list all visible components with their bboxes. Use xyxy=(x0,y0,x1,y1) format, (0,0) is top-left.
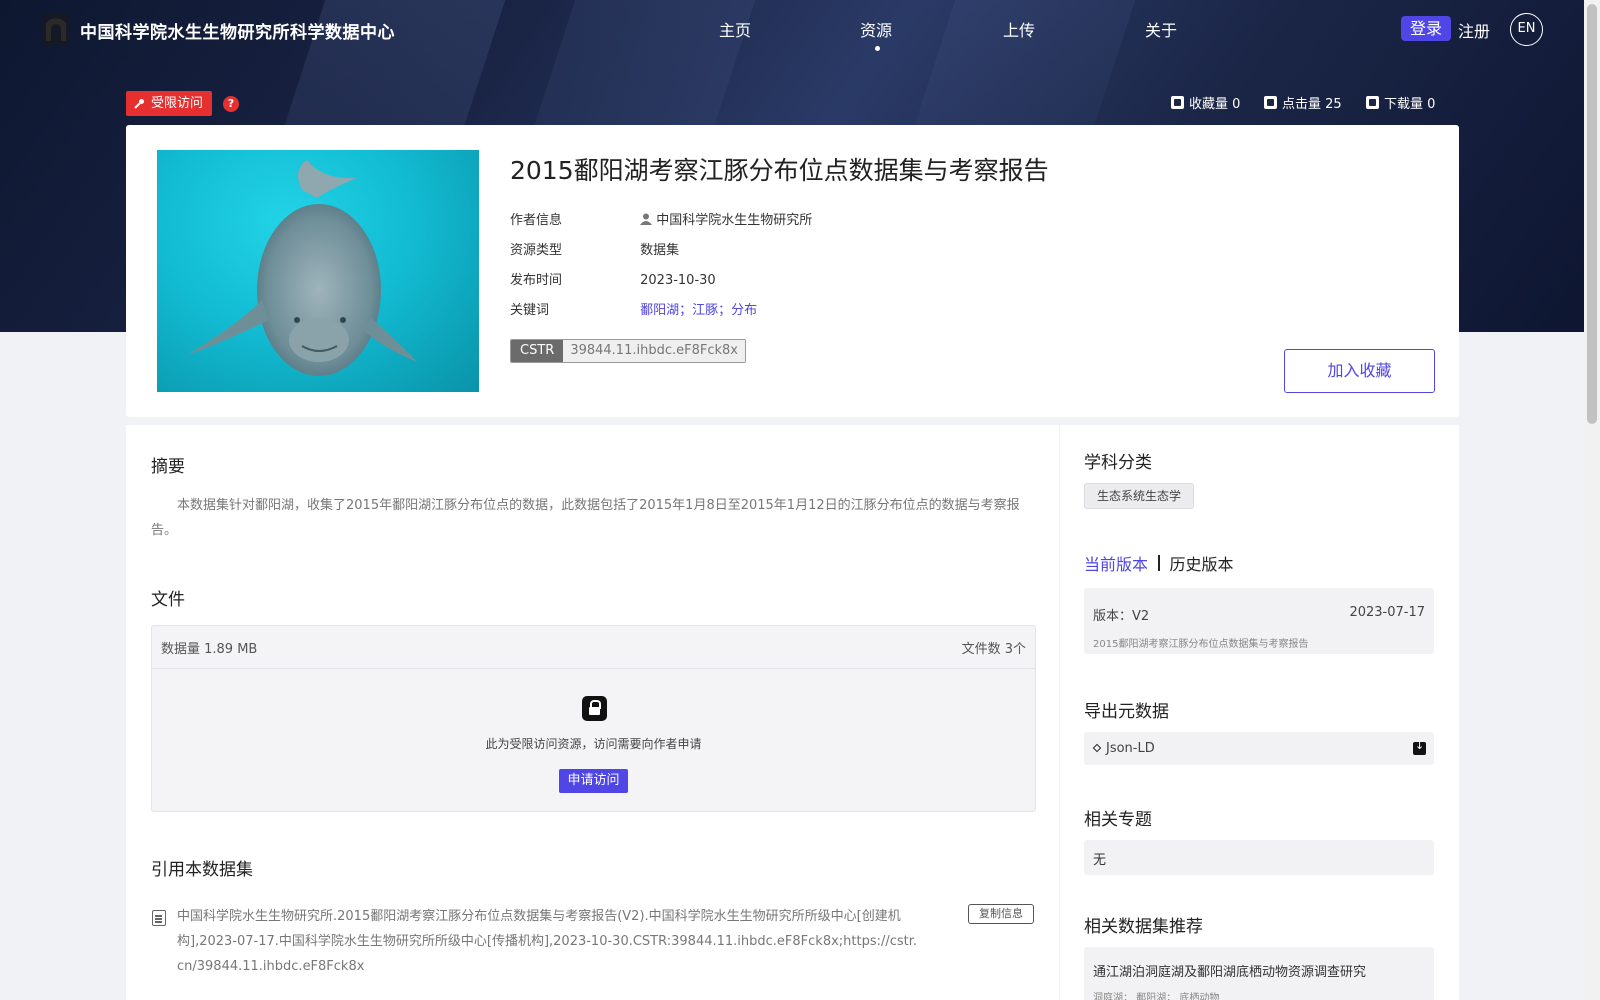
meta-published-value: 2023-10-30 xyxy=(640,273,716,288)
recommend-title[interactable]: 通江湖泊洞庭湖及鄱阳湖底栖动物资源调查研究 xyxy=(1093,961,1366,980)
nav-upload[interactable]: 上传 xyxy=(1003,17,1035,41)
stat-downloads-label: 下载量 0 xyxy=(1384,97,1436,112)
file-count: 文件数 3个 xyxy=(961,641,1026,657)
file-header: 数据量 1.89 MB 文件数 3个 xyxy=(152,626,1035,669)
meta-keywords-label: 关键词 xyxy=(510,303,550,318)
restricted-access-badge: 受限访问 xyxy=(126,91,213,116)
cstr-value: 39844.11.ihbdc.eF8Fck8x xyxy=(563,340,745,362)
top-navbar: 中国科学院水生生物研究所科学数据中心 主页 资源 上传 关于 登录 注册 EN xyxy=(0,0,1584,58)
version-label: 版本：V2 xyxy=(1093,609,1150,624)
subject-tag[interactable]: 生态系统生态学 xyxy=(1084,483,1195,509)
dataset-thumbnail xyxy=(157,150,479,392)
logo-icon[interactable] xyxy=(42,13,70,45)
citation-text: 中国科学院水生生物研究所.2015鄱阳湖考察江豚分布位点数据集与考察报告(V2)… xyxy=(177,909,918,974)
meta-type-value: 数据集 xyxy=(640,243,680,258)
version-card[interactable]: 版本：V2 2023-07-17 2015鄱阳湖考察江豚分布位点数据集与考察报告 xyxy=(1084,588,1434,654)
recommend-item[interactable]: 通江湖泊洞庭湖及鄱阳湖底栖动物资源调查研究 洞庭湖； 鄱阳湖； 底栖动物 xyxy=(1084,947,1434,1000)
subject-heading: 学科分类 xyxy=(1084,453,1152,473)
stat-downloads: 下载量 0 xyxy=(1366,93,1435,112)
stat-favorites: 收藏量 0 xyxy=(1171,93,1240,112)
meta-author-value[interactable]: 中国科学院水生生物研究所 xyxy=(656,209,812,228)
scrollbar[interactable] xyxy=(1584,0,1600,1000)
login-button[interactable]: 登录 xyxy=(1401,16,1452,41)
tab-history-version[interactable]: 历史版本 xyxy=(1170,551,1234,575)
scrollbar-thumb[interactable] xyxy=(1587,4,1597,424)
recommend-tags: 洞庭湖； 鄱阳湖； 底栖动物 xyxy=(1093,993,1220,1000)
export-heading: 导出元数据 xyxy=(1084,702,1169,722)
sidebar-panel: 学科分类 生态系统生态学 当前版本 历史版本 版本：V2 2023-07-17 … xyxy=(1060,425,1459,1000)
add-favorite-button[interactable]: 加入收藏 xyxy=(1284,349,1435,393)
nav-active-indicator xyxy=(875,46,880,51)
site-title[interactable]: 中国科学院水生生物研究所科学数据中心 xyxy=(80,18,395,43)
meta-type-label: 资源类型 xyxy=(510,243,563,258)
apply-access-button[interactable]: 申请访问 xyxy=(559,769,628,793)
key-icon xyxy=(134,99,144,109)
user-icon xyxy=(640,213,653,225)
export-metadata-row[interactable]: Json-LD xyxy=(1084,732,1434,765)
file-size: 数据量 1.89 MB xyxy=(161,641,258,657)
meta-author-label: 作者信息 xyxy=(510,213,563,228)
topics-value: 无 xyxy=(1084,840,1434,875)
dataset-card: 2015鄱阳湖考察江豚分布位点数据集与考察报告 作者信息 中国科学院水生生物研究… xyxy=(126,125,1459,417)
meta-published-label: 发布时间 xyxy=(510,273,563,288)
tab-current-version[interactable]: 当前版本 xyxy=(1084,551,1148,575)
dataset-title: 2015鄱阳湖考察江豚分布位点数据集与考察报告 xyxy=(510,156,1049,185)
cstr-key: CSTR xyxy=(511,340,564,362)
files-heading: 文件 xyxy=(151,590,185,610)
abstract-text: 本数据集针对鄱阳湖，收集了2015年鄱阳湖江豚分布位点的数据，此数据包括了201… xyxy=(151,498,1020,538)
porpoise-image xyxy=(187,160,417,376)
stat-favorites-label: 收藏量 0 xyxy=(1189,97,1241,112)
nav-about[interactable]: 关于 xyxy=(1145,17,1177,41)
download-icon[interactable] xyxy=(1413,739,1426,755)
restricted-access-label: 受限访问 xyxy=(151,96,204,111)
meta-published: 发布时间 2023-10-30 xyxy=(510,269,716,288)
recommend-heading: 相关数据集推荐 xyxy=(1084,917,1203,937)
lock-icon xyxy=(582,696,607,721)
meta-keywords-value[interactable]: 鄱阳湖；江豚；分布 xyxy=(640,299,757,318)
meta-author: 作者信息 中国科学院水生生物研究所 xyxy=(510,209,812,228)
tab-separator xyxy=(1158,555,1160,571)
version-date: 2023-07-17 xyxy=(1349,605,1425,620)
copy-citation-button[interactable]: 复制信息 xyxy=(968,904,1034,924)
version-tabs: 当前版本 历史版本 xyxy=(1084,551,1234,575)
bookmark-icon xyxy=(1171,96,1184,109)
citation-icon xyxy=(152,910,166,926)
cstr-identifier[interactable]: CSTR 39844.11.ihbdc.eF8Fck8x xyxy=(510,339,746,363)
content-panel: 摘要 本数据集针对鄱阳湖，收集了2015年鄱阳湖江豚分布位点的数据，此数据包括了… xyxy=(126,425,1059,1000)
stat-clicks: 点击量 25 xyxy=(1264,93,1342,112)
language-toggle-button[interactable]: EN xyxy=(1510,13,1543,46)
export-format: Json-LD xyxy=(1106,741,1155,756)
version-subtitle: 2015鄱阳湖考察江豚分布位点数据集与考察报告 xyxy=(1093,639,1309,650)
topics-heading: 相关专题 xyxy=(1084,810,1152,830)
help-icon[interactable]: ? xyxy=(223,96,239,112)
abstract-heading: 摘要 xyxy=(151,457,185,477)
nav-home[interactable]: 主页 xyxy=(719,17,751,41)
eye-icon xyxy=(1264,96,1277,109)
meta-type: 资源类型 数据集 xyxy=(510,239,679,258)
nav-resources[interactable]: 资源 xyxy=(860,17,892,41)
restricted-note: 此为受限访问资源，访问需要向作者申请 xyxy=(485,737,702,751)
file-box: 数据量 1.89 MB 文件数 3个 此为受限访问资源，访问需要向作者申请 申请… xyxy=(151,625,1036,812)
citation-heading: 引用本数据集 xyxy=(151,860,253,880)
stat-clicks-label: 点击量 25 xyxy=(1282,97,1342,112)
diamond-icon xyxy=(1092,743,1102,753)
meta-keywords: 关键词 鄱阳湖；江豚；分布 xyxy=(510,299,757,318)
register-link[interactable]: 注册 xyxy=(1458,18,1490,42)
download-icon xyxy=(1366,96,1379,109)
